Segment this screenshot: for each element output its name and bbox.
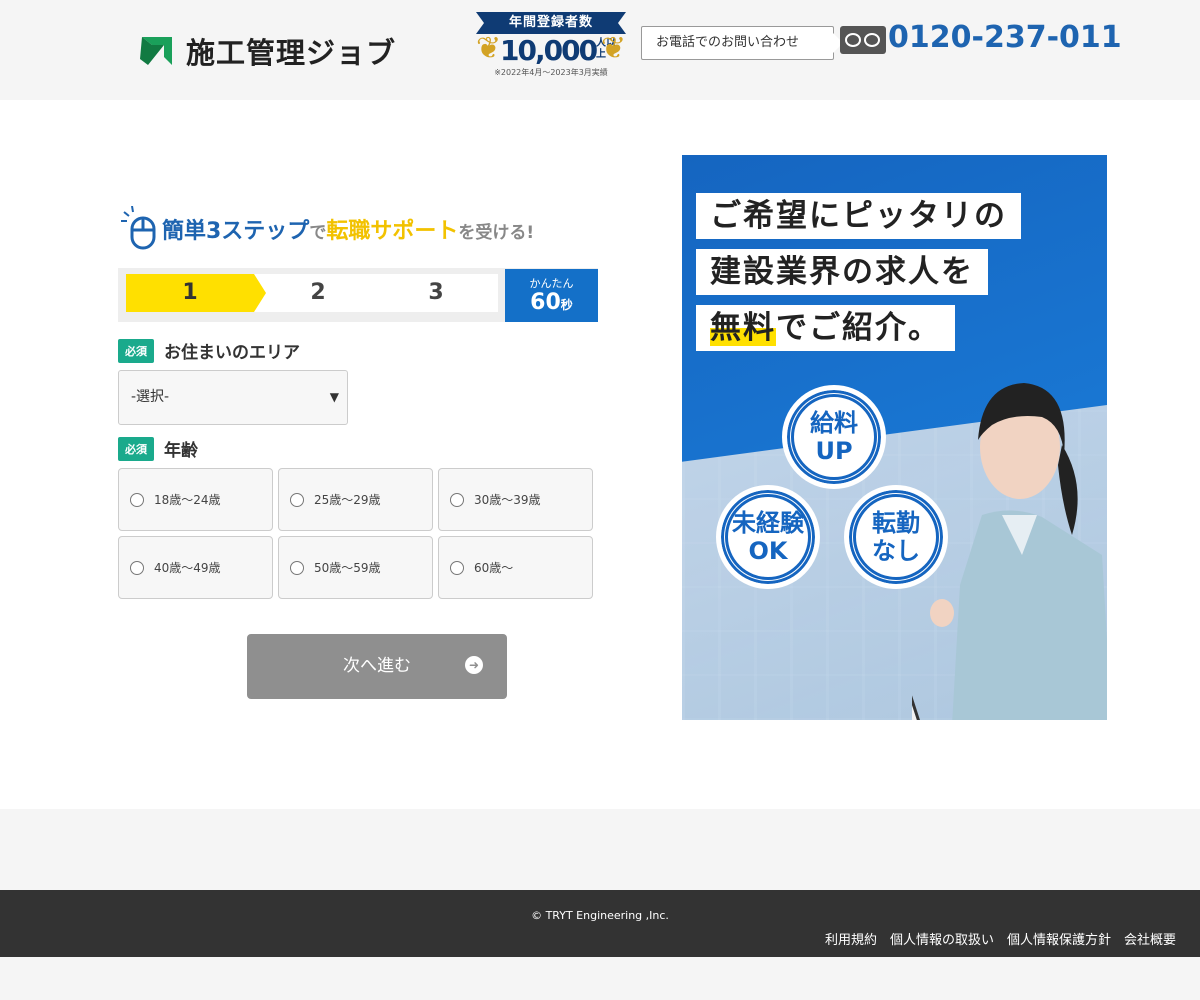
age-option-label: 30歳～39歳: [474, 493, 541, 507]
age-option-label: 18歳～24歳: [154, 493, 221, 507]
benefit-inner: 未経験 OK: [725, 494, 811, 580]
title-part-support: 転職サポート: [326, 219, 459, 244]
promo-line-1: ご希望にピッタリの: [696, 193, 1021, 239]
site-footer: © TRYT Engineering ,Inc. 利用規約 個人情報の取扱い 個…: [0, 890, 1200, 957]
benefit-inner: 給料 UP: [791, 394, 877, 480]
age-option-50-59[interactable]: 50歳～59歳: [278, 536, 433, 599]
title-part-receive: を受ける!: [458, 223, 535, 243]
benefit-line-2: なし: [872, 537, 920, 565]
title-part-de: で: [309, 223, 327, 243]
age-option-label: 40歳～49歳: [154, 561, 221, 575]
promo-banner[interactable]: ご希望にピッタリの 建設業界の求人を 無料でご紹介。 給料 UP 未経験 OK: [682, 155, 1107, 720]
step-1: 1: [126, 274, 266, 312]
time-value: 60: [530, 290, 561, 315]
radio-button[interactable]: [290, 560, 304, 575]
age-option-label: 60歳～: [474, 561, 514, 575]
age-option-40-49[interactable]: 40歳～49歳: [118, 536, 273, 599]
footer-link-personal-info[interactable]: 個人情報の取扱い: [890, 929, 994, 948]
radio-button[interactable]: [130, 560, 144, 575]
laurel-left-icon: ❦: [476, 31, 502, 66]
promo-highlight: 無料: [710, 310, 776, 346]
footer-spacer: [0, 809, 1200, 890]
area-select[interactable]: -選択- ▼: [118, 370, 348, 425]
freedial-ring: [845, 33, 861, 47]
age-option-30-39[interactable]: 30歳～39歳: [438, 468, 593, 531]
step-3: 3: [428, 280, 444, 305]
freedial-ring: [864, 33, 880, 47]
logo-mark-icon: [140, 37, 172, 65]
area-select-value: -選択-: [131, 389, 170, 405]
benefit-inner: 転勤 なし: [853, 494, 939, 580]
age-label-text: 年齢: [164, 441, 198, 461]
footer-link-privacy-policy[interactable]: 個人情報保護方針: [1007, 929, 1111, 948]
time-value-wrap: 60秒: [505, 291, 598, 317]
arrow-right-circle-icon: ➜: [465, 656, 483, 674]
badge-count: 10,000: [500, 34, 598, 67]
age-option-label: 50歳～59歳: [314, 561, 381, 575]
footer-link-terms[interactable]: 利用規約: [825, 929, 877, 948]
title-part-steps: 簡単3ステップ: [162, 219, 310, 244]
benefit-no-transfer: 転勤 なし: [844, 485, 948, 589]
benefit-salary-up: 給料 UP: [782, 385, 886, 489]
freedial-icon: [840, 26, 886, 54]
mouse-click-icon: [121, 206, 156, 250]
site-header: 施工管理ジョブ 年間登録者数 ❦ 10,000 人以上 ❦ ※2022年4月～2…: [0, 0, 1200, 100]
next-button-label: 次へ進む: [343, 656, 411, 676]
promo-line-2: 建設業界の求人を: [696, 249, 988, 295]
form-title-text: 簡単3ステップで転職サポートを受ける!: [162, 213, 534, 245]
time-label: かんたん: [529, 277, 574, 290]
next-step-button[interactable]: 次へ進む ➜: [247, 634, 507, 699]
age-field-label: 必須 年齢: [118, 436, 198, 461]
footer-links: 利用規約 個人情報の取扱い 個人情報保護方針 会社概要: [825, 929, 1176, 948]
main-content: 簡単3ステップで転職サポートを受ける! 1 2 3 かんたん 60秒 必須 お住…: [0, 100, 1200, 809]
chevron-down-icon: ▼: [329, 390, 339, 404]
form-title: 簡単3ステップで転職サポートを受ける!: [120, 204, 534, 254]
footer-link-company[interactable]: 会社概要: [1124, 929, 1176, 948]
step-2: 2: [310, 280, 326, 305]
site-logo[interactable]: 施工管理ジョブ: [138, 30, 396, 72]
radio-button[interactable]: [290, 492, 304, 507]
laurel-right-icon: ❦: [600, 31, 626, 66]
phone-contact-label: お電話でのお問い合わせ: [641, 26, 843, 60]
time-unit: 秒: [560, 298, 573, 312]
age-option-label: 25歳～29歳: [314, 493, 381, 507]
step-indicator: 1 2 3 かんたん 60秒: [118, 268, 598, 322]
radio-button[interactable]: [450, 492, 464, 507]
benefit-no-experience: 未経験 OK: [716, 485, 820, 589]
age-option-18-24[interactable]: 18歳～24歳: [118, 468, 273, 531]
area-field-label: 必須 お住まいのエリア: [118, 338, 300, 363]
area-label-text: お住まいのエリア: [164, 343, 300, 363]
benefit-line-2: UP: [815, 437, 853, 465]
radio-button[interactable]: [130, 492, 144, 507]
time-estimate-box: かんたん 60秒: [505, 269, 598, 322]
logo-text: 施工管理ジョブ: [186, 36, 397, 70]
required-badge: 必須: [118, 338, 154, 363]
registrants-badge: 年間登録者数 ❦ 10,000 人以上 ❦ ※2022年4月～2023年3月実績: [474, 12, 628, 80]
badge-ribbon: 年間登録者数: [476, 12, 626, 34]
badge-note: ※2022年4月～2023年3月実績: [494, 68, 608, 77]
phone-number-link[interactable]: 0120-237-011: [888, 20, 1122, 55]
benefit-line-1: 給料: [810, 409, 858, 437]
required-badge: 必須: [118, 436, 154, 461]
benefit-line-2: OK: [748, 537, 788, 565]
radio-button[interactable]: [450, 560, 464, 575]
benefit-line-1: 未経験: [732, 509, 804, 537]
age-option-60-plus[interactable]: 60歳～: [438, 536, 593, 599]
promo-line-3: 無料でご紹介。: [696, 305, 955, 351]
promo-line-3-rest: でご紹介。: [776, 310, 941, 346]
copyright-text: © TRYT Engineering ,Inc.: [531, 909, 669, 922]
age-option-25-29[interactable]: 25歳～29歳: [278, 468, 433, 531]
benefit-line-1: 転勤: [872, 509, 920, 537]
